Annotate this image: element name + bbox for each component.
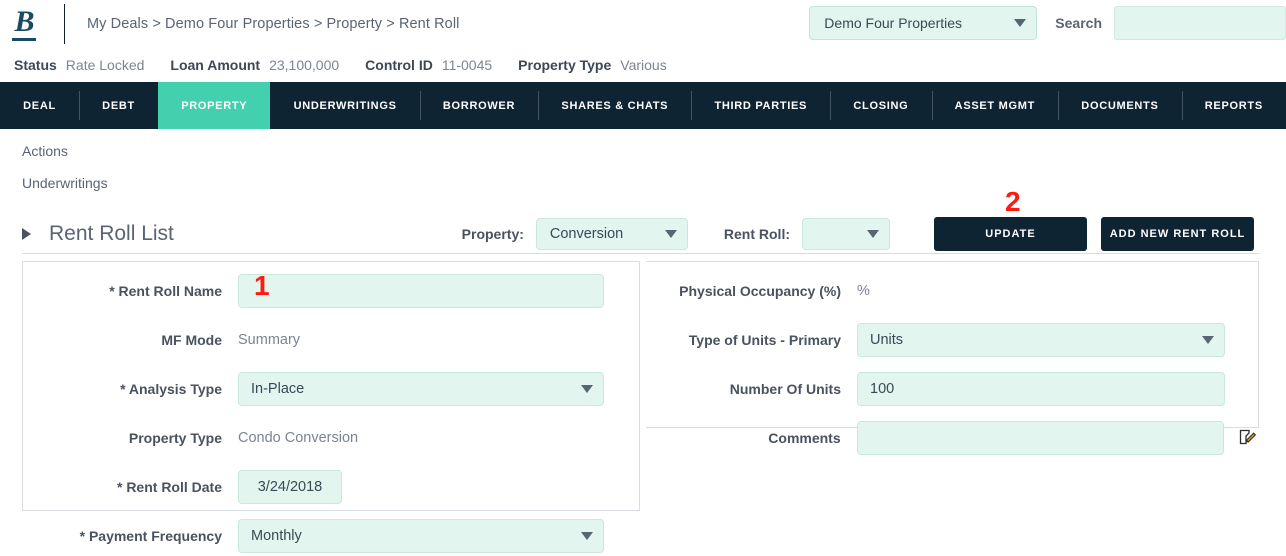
status-value-3: Various xyxy=(620,56,667,73)
rent-roll-date-value: 3/24/2018 xyxy=(257,479,323,495)
rent-roll-date-label: * Rent Roll Date xyxy=(116,479,222,495)
field-row-analysis-type: * Analysis Type In-Place xyxy=(23,369,639,409)
nav-tab-debt[interactable]: DEBT xyxy=(79,82,158,129)
field-row-mf-mode: MF Mode Summary xyxy=(23,320,639,360)
type-of-units-select[interactable]: Units xyxy=(857,323,1225,357)
number-of-units-label: Number Of Units xyxy=(729,381,841,397)
search-input[interactable] xyxy=(1114,6,1286,40)
field-row-number-of-units: Number Of Units 100 xyxy=(646,369,1258,409)
analysis-type-select[interactable]: In-Place xyxy=(238,372,604,406)
rent-roll-filter-select[interactable] xyxy=(802,218,890,250)
expand-triangle-icon[interactable] xyxy=(22,228,31,240)
edit-pencil-icon[interactable] xyxy=(1238,428,1258,448)
physical-occupancy-label: Physical Occupancy (%) xyxy=(679,283,841,299)
analysis-type-label: * Analysis Type xyxy=(120,381,222,397)
field-row-comments: Comments xyxy=(646,418,1258,458)
left-form-panel: * Rent Roll Name MF Mode Summary * Analy… xyxy=(22,261,640,553)
field-row-type-of-units: Type of Units - Primary Units xyxy=(646,320,1258,360)
type-of-units-label: Type of Units - Primary xyxy=(688,332,841,348)
number-of-units-input[interactable]: 100 xyxy=(857,372,1225,406)
rent-roll-name-input[interactable] xyxy=(238,274,604,308)
header-right-controls: Demo Four Properties Search xyxy=(809,6,1286,40)
nav-tab-borrower[interactable]: BORROWER xyxy=(419,82,539,129)
chevron-down-icon xyxy=(581,385,593,393)
breadcrumb[interactable]: My Deals > Demo Four Properties > Proper… xyxy=(87,16,459,32)
status-label-1: Loan Amount xyxy=(170,56,261,73)
logo-text: B xyxy=(12,6,36,41)
status-bar: Status Rate Locked Loan Amount 23,100,00… xyxy=(0,47,1286,82)
status-value-2: 11-0045 xyxy=(441,56,493,73)
add-new-rent-roll-button[interactable]: ADD NEW RENT ROLL xyxy=(1101,217,1254,251)
app-header: B My Deals > Demo Four Properties > Prop… xyxy=(0,0,1286,47)
nav-tab-reports[interactable]: REPORTS xyxy=(1181,82,1286,129)
status-label-0: Status xyxy=(14,56,57,73)
nav-tab-asset-mgmt[interactable]: ASSET MGMT xyxy=(931,82,1059,129)
search-label: Search xyxy=(1055,15,1102,31)
deal-selector[interactable]: Demo Four Properties xyxy=(809,6,1038,40)
form-top-divider xyxy=(22,253,1259,254)
chevron-down-icon xyxy=(867,230,879,238)
type-of-units-value: Units xyxy=(870,332,904,348)
chevron-down-icon xyxy=(581,532,593,540)
side-actions: Actions Underwritings xyxy=(0,129,1286,191)
right-form-panel: Physical Occupancy (%) % Type of Units -… xyxy=(646,261,1259,455)
status-label-3: Property Type xyxy=(518,56,612,73)
mf-mode-label: MF Mode xyxy=(161,332,222,348)
field-row-rent-roll-date: * Rent Roll Date 3/24/2018 xyxy=(23,467,639,507)
nav-tab-shares-and-chats[interactable]: SHARES & CHATS xyxy=(538,82,691,129)
property-filter-value: Conversion xyxy=(549,226,624,242)
nav-tab-property[interactable]: PROPERTY xyxy=(158,82,271,129)
comments-label: Comments xyxy=(768,430,841,446)
header-divider xyxy=(64,3,65,44)
payment-frequency-value: Monthly xyxy=(251,528,302,544)
rent-roll-date-input[interactable]: 3/24/2018 xyxy=(238,470,342,504)
property-type-label: Property Type xyxy=(128,430,222,446)
update-button[interactable]: UPDATE xyxy=(934,217,1087,251)
status-label-2: Control ID xyxy=(365,56,433,73)
payment-frequency-select[interactable]: Monthly xyxy=(238,519,604,553)
rent-roll-name-label: * Rent Roll Name xyxy=(109,283,222,299)
field-row-rent-roll-name: * Rent Roll Name xyxy=(23,271,639,311)
actions-link[interactable]: Actions xyxy=(22,143,1286,159)
physical-occupancy-value: % xyxy=(857,283,870,299)
mf-mode-value: Summary xyxy=(238,332,301,348)
payment-frequency-label: * Payment Frequency xyxy=(79,528,222,544)
rent-roll-filter-label: Rent Roll: xyxy=(723,226,790,242)
property-filter-select[interactable]: Conversion xyxy=(535,218,688,250)
field-row-property-type: Property Type Condo Conversion xyxy=(23,418,639,458)
deal-selector-value: Demo Four Properties xyxy=(824,15,963,31)
logo[interactable]: B xyxy=(0,0,48,47)
status-value-1: 23,100,000 xyxy=(269,56,340,73)
nav-tab-documents[interactable]: DOCUMENTS xyxy=(1058,82,1181,129)
main-navigation: DEAL DEBT PROPERTY UNDERWRITINGS BORROWE… xyxy=(0,82,1286,129)
chevron-down-icon xyxy=(1202,336,1214,344)
nav-tab-deal[interactable]: DEAL xyxy=(0,82,79,129)
nav-tab-closing[interactable]: CLOSING xyxy=(830,82,931,129)
underwritings-link[interactable]: Underwritings xyxy=(22,175,1286,191)
property-filter-label: Property: xyxy=(461,226,524,242)
number-of-units-value: 100 xyxy=(870,381,895,397)
field-row-payment-frequency: * Payment Frequency Monthly xyxy=(23,516,639,556)
status-value-0: Rate Locked xyxy=(65,56,145,73)
nav-tab-underwritings[interactable]: UNDERWRITINGS xyxy=(270,82,419,129)
chevron-down-icon xyxy=(1014,19,1027,27)
page-title: Rent Roll List xyxy=(49,222,174,245)
property-type-value: Condo Conversion xyxy=(238,430,359,446)
chevron-down-icon xyxy=(664,230,677,238)
analysis-type-value: In-Place xyxy=(251,381,305,397)
comments-input[interactable] xyxy=(856,421,1224,455)
nav-tab-third-parties[interactable]: THIRD PARTIES xyxy=(691,82,830,129)
field-row-physical-occupancy: Physical Occupancy (%) % xyxy=(646,271,1258,311)
